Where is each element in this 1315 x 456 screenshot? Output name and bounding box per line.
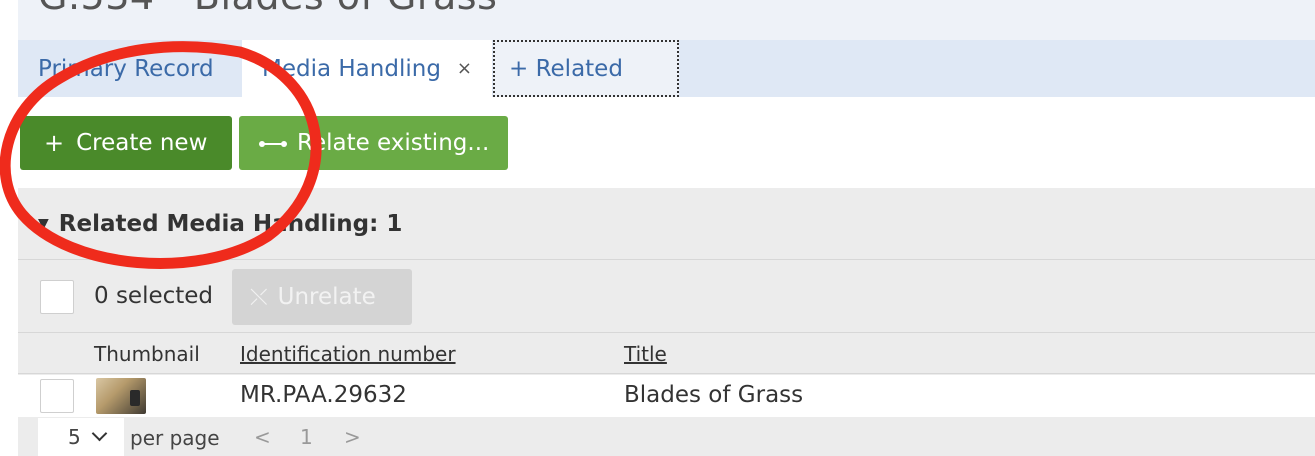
per-page-label: per page (130, 426, 220, 450)
unlink-icon: ⤬ (250, 284, 268, 310)
tab-primary-record-label: Primary Record (38, 55, 214, 82)
relate-existing-label: Relate existing... (297, 130, 490, 156)
pagination-bar: 5 per page < 1 > (18, 418, 1315, 456)
tab-add-related-label: + Related (509, 55, 623, 82)
tab-media-handling-label: Media Handling (262, 55, 441, 82)
table-header: Thumbnail Identification number Title (18, 334, 1315, 374)
record-title-bar: G.534 - Blades of Grass (18, 0, 1315, 40)
plus-icon: + (44, 129, 65, 157)
create-new-button[interactable]: + Create new (20, 116, 232, 170)
select-all-checkbox[interactable] (40, 280, 74, 314)
tab-media-handling[interactable]: Media Handling × (242, 40, 492, 97)
selection-toolbar: 0 selected ⤬ Unrelate (18, 261, 1315, 333)
current-page-number[interactable]: 1 (300, 425, 313, 449)
title-cell[interactable]: Blades of Grass (624, 382, 803, 408)
link-icon (259, 138, 287, 148)
unrelate-button[interactable]: ⤬ Unrelate (232, 269, 412, 325)
column-header-identification-number[interactable]: Identification number (240, 342, 456, 366)
related-panel-title: Related Media Handling: 1 (58, 210, 403, 237)
column-header-thumbnail: Thumbnail (94, 342, 200, 366)
collapse-caret-icon[interactable]: ▼ (38, 216, 49, 232)
per-page-value: 5 (68, 425, 81, 449)
relate-existing-button[interactable]: Relate existing... (239, 116, 508, 170)
table-row[interactable]: MR.PAA.29632 Blades of Grass (18, 375, 1315, 417)
identification-number-cell[interactable]: MR.PAA.29632 (240, 382, 407, 408)
next-page-button[interactable]: > (344, 425, 361, 449)
related-media-panel: ▼ Related Media Handling: 1 0 selected ⤬… (18, 188, 1315, 456)
tab-add-related[interactable]: + Related (493, 40, 679, 97)
selected-count: 0 selected (94, 283, 214, 309)
related-panel-header[interactable]: ▼ Related Media Handling: 1 (18, 188, 1315, 260)
unrelate-label: Unrelate (277, 284, 376, 310)
close-icon[interactable]: × (457, 58, 472, 79)
per-page-select[interactable]: 5 (38, 418, 124, 456)
row-checkbox[interactable] (40, 379, 74, 413)
previous-page-button[interactable]: < (254, 425, 271, 449)
record-title: G.534 - Blades of Grass (38, 0, 497, 18)
record-tabs: Primary Record Media Handling × + Relate… (18, 40, 1315, 97)
column-header-title[interactable]: Title (624, 342, 667, 366)
thumbnail-image[interactable] (96, 378, 146, 414)
tab-primary-record[interactable]: Primary Record (18, 40, 242, 97)
chevron-down-icon (91, 425, 108, 442)
create-new-label: Create new (76, 130, 208, 156)
